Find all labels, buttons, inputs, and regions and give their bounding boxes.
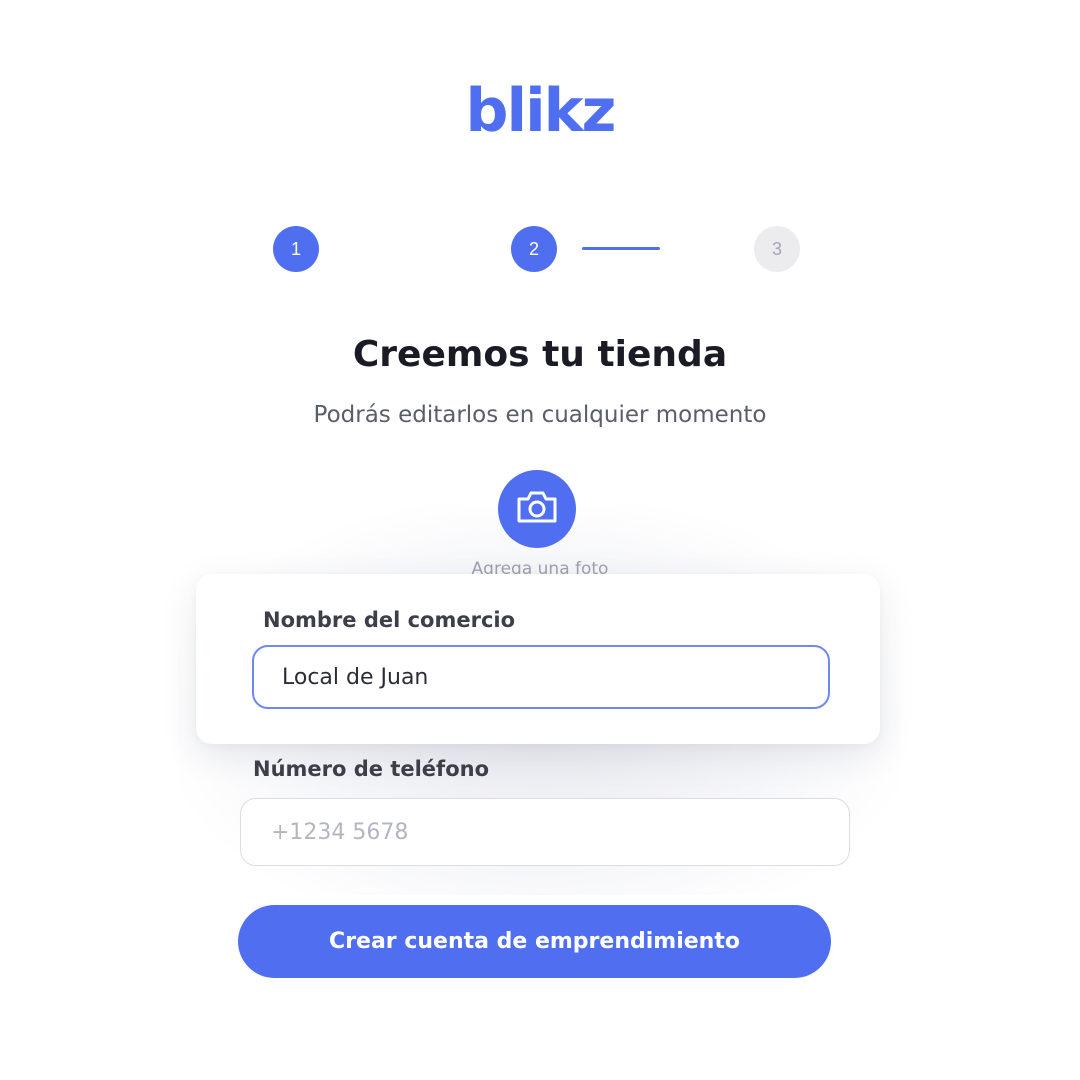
step-3-indicator: 3 (754, 226, 800, 272)
page-title: Creemos tu tienda (352, 334, 728, 375)
store-name-card: Nombre del comercio (196, 574, 880, 744)
brand-logo: blikz (465, 76, 617, 146)
onboarding-page: blikz 1 2 3 Creemos tu tienda Podrás edi… (0, 0, 1080, 1080)
camera-icon (515, 489, 559, 529)
store-name-label: Nombre del comercio (263, 608, 516, 632)
step-2-indicator: 2 (511, 226, 557, 272)
phone-input[interactable] (240, 798, 850, 866)
phone-label: Número de teléfono (253, 757, 489, 781)
step-progress-line (582, 247, 660, 250)
add-photo-button[interactable] (498, 470, 576, 548)
step-1-indicator: 1 (273, 226, 319, 272)
store-name-input[interactable] (252, 645, 830, 709)
create-account-button[interactable]: Crear cuenta de emprendimiento (238, 905, 831, 978)
page-subtitle: Podrás editarlos en cualquier momento (313, 402, 767, 428)
